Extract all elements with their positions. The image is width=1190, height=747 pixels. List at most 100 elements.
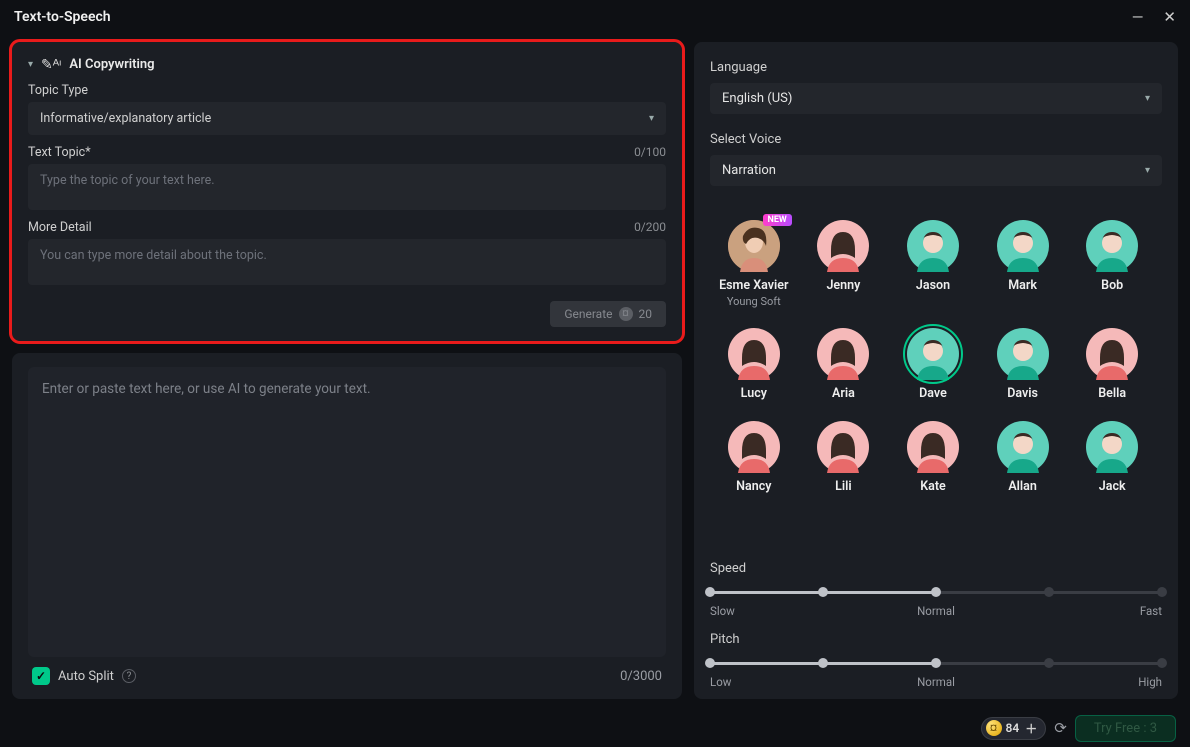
generate-button[interactable]: Generate ¤ 20: [550, 301, 666, 327]
ai-copywriting-panel: ▾ ✎ᴬᶦ AI Copywriting Topic Type Informat…: [12, 42, 682, 341]
voice-name: Davis: [1007, 386, 1038, 401]
voice-name: Allan: [1008, 479, 1037, 494]
voice-avatar: [997, 421, 1049, 473]
topic-type-dropdown[interactable]: Informative/explanatory article ▾: [28, 102, 666, 135]
title-bar: Text-to-Speech — ✕: [0, 0, 1190, 34]
voice-card[interactable]: Allan: [979, 417, 1067, 498]
bottom-bar: ¤ 84 ＋ ⟳ Try Free : 3: [0, 709, 1190, 747]
voice-avatar: [1086, 220, 1138, 272]
pitch-mid-label: Normal: [917, 675, 955, 689]
text-topic-input[interactable]: Type the topic of your text here.: [28, 164, 666, 210]
language-dropdown[interactable]: English (US) ▾: [710, 83, 1162, 114]
voice-name: Bella: [1098, 386, 1126, 401]
coin-icon: ¤: [986, 720, 1002, 736]
voice-name: Bob: [1101, 278, 1123, 293]
select-voice-label: Select Voice: [710, 132, 1162, 147]
text-topic-counter: 0/100: [634, 145, 666, 160]
voice-card[interactable]: Bella: [1068, 324, 1156, 405]
voice-avatar: [1086, 421, 1138, 473]
voice-card[interactable]: Jack: [1068, 417, 1156, 498]
speed-mid-label: Normal: [917, 604, 955, 618]
checkbox-checked-icon: ✓: [32, 667, 50, 685]
pitch-slider[interactable]: [710, 653, 1162, 673]
voice-avatar: [907, 421, 959, 473]
voice-settings-panel: Language English (US) ▾ Select Voice Nar…: [694, 42, 1178, 699]
topic-type-value: Informative/explanatory article: [40, 111, 211, 126]
voice-card[interactable]: Dave: [889, 324, 977, 405]
voice-name: Lucy: [741, 386, 767, 401]
voice-subtitle: Young Soft: [727, 295, 781, 308]
voice-card[interactable]: Jason: [889, 216, 977, 312]
ai-pen-icon: ✎ᴬᶦ: [41, 56, 61, 73]
topic-type-label: Topic Type: [28, 83, 88, 98]
chevron-down-icon: ▾: [649, 113, 654, 124]
voice-card[interactable]: Nancy: [710, 417, 798, 498]
window-controls: — ✕: [1132, 10, 1176, 25]
voice-name: Kate: [920, 479, 946, 494]
credits-badge[interactable]: ¤ 84 ＋: [981, 717, 1047, 740]
voice-avatar: NEW: [728, 220, 780, 272]
text-editor-input[interactable]: Enter or paste text here, or use AI to g…: [28, 367, 666, 657]
voice-name: Mark: [1008, 278, 1037, 293]
add-credits-icon[interactable]: ＋: [1025, 720, 1037, 737]
try-free-button[interactable]: Try Free : 3: [1075, 715, 1176, 742]
voice-card[interactable]: Lucy: [710, 324, 798, 405]
pitch-low-label: Low: [710, 675, 731, 689]
voice-card[interactable]: Kate: [889, 417, 977, 498]
voice-avatar: [728, 328, 780, 380]
speed-slider[interactable]: [710, 582, 1162, 602]
voice-card[interactable]: Davis: [979, 324, 1067, 405]
credits-value: 84: [1006, 721, 1020, 735]
speed-low-label: Slow: [710, 604, 735, 618]
voice-avatar: [997, 220, 1049, 272]
pitch-slider-label: Pitch: [710, 632, 1162, 647]
voice-card[interactable]: Mark: [979, 216, 1067, 312]
generate-label: Generate: [564, 307, 612, 321]
speed-high-label: Fast: [1140, 604, 1162, 618]
voice-name: Jason: [916, 278, 950, 293]
voice-list[interactable]: NEW Esme Xavier Young Soft Jenny Jason Mar…: [710, 200, 1162, 547]
voice-avatar: [907, 220, 959, 272]
voice-name: Jack: [1099, 479, 1126, 494]
pitch-high-label: High: [1138, 675, 1162, 689]
voice-avatar: [907, 328, 959, 380]
text-editor-panel: Enter or paste text here, or use AI to g…: [12, 353, 682, 699]
voice-name: Dave: [919, 386, 947, 401]
collapse-caret-icon[interactable]: ▾: [28, 59, 33, 70]
voice-avatar: [997, 328, 1049, 380]
voice-avatar: [817, 328, 869, 380]
new-badge: NEW: [763, 214, 792, 226]
voice-card[interactable]: Jenny: [800, 216, 888, 312]
voice-name: Nancy: [736, 479, 771, 494]
voice-avatar: [728, 421, 780, 473]
voice-avatar: [817, 220, 869, 272]
auto-split-toggle[interactable]: ✓ Auto Split ?: [32, 667, 136, 685]
voice-category-dropdown[interactable]: Narration ▾: [710, 155, 1162, 186]
voice-card[interactable]: Lili: [800, 417, 888, 498]
close-icon[interactable]: ✕: [1163, 10, 1176, 25]
window-title: Text-to-Speech: [14, 9, 111, 25]
refresh-icon[interactable]: ⟳: [1054, 719, 1067, 737]
more-detail-input[interactable]: You can type more detail about the topic…: [28, 239, 666, 285]
cost-coin-icon: ¤: [619, 307, 633, 321]
voice-name: Esme Xavier: [719, 278, 788, 293]
voice-name: Lili: [835, 479, 852, 494]
ai-heading: AI Copywriting: [69, 57, 154, 72]
language-label: Language: [710, 60, 1162, 75]
generate-cost: 20: [639, 307, 653, 321]
voice-avatar: [817, 421, 869, 473]
voice-name: Aria: [832, 386, 855, 401]
help-icon[interactable]: ?: [122, 669, 136, 683]
chevron-down-icon: ▾: [1145, 93, 1150, 104]
more-detail-label: More Detail: [28, 220, 92, 235]
voice-card[interactable]: NEW Esme Xavier Young Soft: [710, 216, 798, 312]
voice-category-value: Narration: [722, 163, 776, 178]
minimize-icon[interactable]: —: [1132, 10, 1144, 25]
speed-slider-label: Speed: [710, 561, 1162, 576]
voice-card[interactable]: Aria: [800, 324, 888, 405]
language-value: English (US): [722, 91, 792, 106]
voice-card[interactable]: Bob: [1068, 216, 1156, 312]
editor-char-counter: 0/3000: [620, 669, 662, 684]
more-detail-counter: 0/200: [634, 220, 666, 235]
auto-split-label: Auto Split: [58, 669, 114, 684]
